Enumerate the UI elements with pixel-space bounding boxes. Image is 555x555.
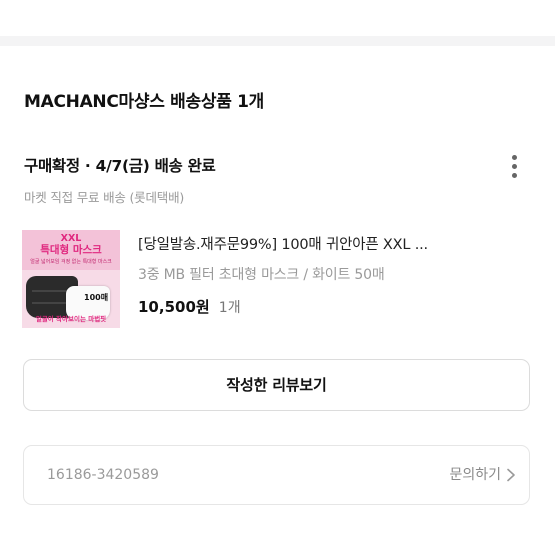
product-option: 3중 MB 필터 초대형 마스크 / 화이트 50매 <box>138 267 385 283</box>
inquiry-link[interactable]: 문의하기 <box>449 464 501 486</box>
product-price: 10,500원 <box>138 298 210 316</box>
thumbnail-size-text: XXL <box>60 233 82 244</box>
chevron-right-icon[interactable] <box>505 468 517 482</box>
shipping-note: 마켓 직접 무료 배송 (롯데택배) <box>24 190 185 205</box>
price-row: 10,500원 1개 <box>138 296 241 319</box>
top-area <box>0 0 555 36</box>
dot <box>511 164 517 169</box>
delivery-status: 구매확정 · 4/7(금) 배송 완료 <box>24 157 216 175</box>
order-number: 16186-3420589 <box>47 467 159 483</box>
thumbnail-title-text: 특대형 마스크 <box>40 244 102 256</box>
more-vertical-icon[interactable] <box>506 152 522 182</box>
thumbnail-bottom-text: 얼굴이 작아보이는 마법핏 <box>35 315 107 323</box>
dot <box>511 173 517 178</box>
product-name[interactable]: [당일발송.재주문99%] 100매 귀안아픈 XXL ... <box>138 234 538 256</box>
order-info-box: 16186-3420589 문의하기 <box>23 445 530 505</box>
product-thumbnail[interactable]: XXL 특대형 마스크 얼굴 넓어보임 걱정 없는 특대형 마스크 100매 얼… <box>22 230 120 328</box>
bottom-edge <box>0 538 555 555</box>
dot <box>511 155 517 160</box>
order-detail-page: MACHANC마샹스 배송상품 1개 구매확정 · 4/7(금) 배송 완료 마… <box>0 0 555 555</box>
section-divider <box>0 36 555 46</box>
thumbnail-qty-label: 100매 <box>84 293 109 302</box>
view-review-button[interactable]: 작성한 리뷰보기 <box>23 359 530 411</box>
thumbnail-subtitle-text: 얼굴 넓어보임 걱정 없는 특대형 마스크 <box>30 259 112 265</box>
product-quantity: 1개 <box>218 300 241 316</box>
shop-title: MACHANC마샹스 배송상품 1개 <box>24 92 265 112</box>
